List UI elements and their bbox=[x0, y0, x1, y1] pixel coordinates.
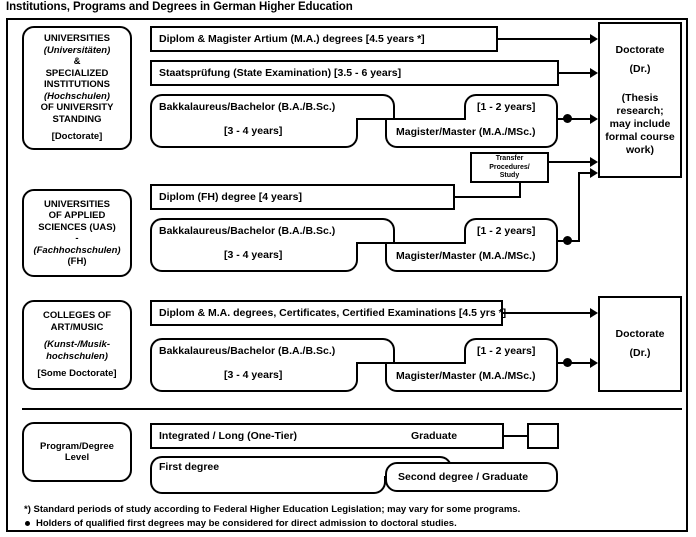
arrow-head bbox=[590, 114, 598, 124]
doctorate-line-2: (Dr.) bbox=[629, 62, 651, 75]
box-bachelor-art-years: [3 - 4 years] bbox=[224, 369, 283, 381]
page-title: Institutions, Programs and Degrees in Ge… bbox=[6, 1, 353, 13]
box-bachelor-art-text: Bakkalaureus/Bachelor (B.A./B.Sc.) bbox=[159, 345, 336, 357]
doctorate-line-1: Doctorate bbox=[615, 328, 665, 340]
label-line: (Universitäten) bbox=[43, 44, 111, 56]
box-transfer-procedures-text: Transfer Procedures/ Study bbox=[470, 155, 549, 181]
footnote-bullet-icon bbox=[25, 521, 30, 526]
label-line: OF APPLIED bbox=[48, 210, 106, 221]
arrow-head bbox=[590, 34, 598, 44]
connector-integrated-to-graduate bbox=[504, 435, 528, 437]
label-line: INSTITUTIONS bbox=[44, 79, 110, 91]
box-second-degree-text: Second degree / Graduate bbox=[398, 471, 529, 483]
box-graduate-terminal bbox=[527, 423, 559, 449]
box-master-fh-text: Magister/Master (M.A./MSc.) bbox=[396, 250, 536, 262]
label-line: OF UNIVERSITY bbox=[40, 102, 114, 114]
box-integrated-long-graduate: Graduate bbox=[411, 430, 458, 442]
label-line: (Fachhochschulen) bbox=[33, 244, 121, 256]
label-line: SCIENCES (UAS) bbox=[38, 221, 116, 233]
doctorate-line-3: (Thesis bbox=[621, 91, 659, 104]
arrow-head bbox=[590, 308, 598, 318]
footnote-asterisk: *) Standard periods of study according t… bbox=[24, 504, 521, 515]
label-line: UNIVERSITIES bbox=[44, 198, 110, 210]
label-line: & bbox=[73, 56, 81, 68]
connector-transfer-to-doctorate bbox=[549, 161, 592, 163]
box-master-uni-text: Magister/Master (M.A./MSc.) bbox=[396, 126, 536, 138]
connector-art-diplom-to-doctorate bbox=[503, 312, 592, 314]
section-label-uas: UNIVERSITIES OF APPLIED SCIENCES (UAS) -… bbox=[22, 189, 132, 277]
transfer-line-1: Transfer bbox=[495, 155, 524, 162]
box-master-uni-step bbox=[385, 118, 466, 120]
connector-staatspruefung-to-doctorate bbox=[559, 72, 592, 74]
doctorate-line-1: Doctorate bbox=[615, 43, 665, 56]
transfer-line-3: Study bbox=[499, 172, 520, 179]
doctorate-line-7: work) bbox=[625, 143, 654, 156]
box-integrated-long-text: Integrated / Long (One-Tier) bbox=[159, 430, 298, 442]
box-diplom-magister-text: Diplom & Magister Artium (M.A.) degrees … bbox=[159, 33, 425, 45]
box-bachelor-uni-years: [3 - 4 years] bbox=[224, 125, 283, 137]
box-master-uni-years: [1 - 2 years] bbox=[477, 101, 536, 113]
footnote-bullet: Holders of qualified first degrees may b… bbox=[36, 518, 457, 529]
transfer-line-2: Procedures/ bbox=[489, 163, 530, 171]
qualified-degree-dot bbox=[563, 114, 572, 123]
box-bachelor-fh-text: Bakkalaureus/Bachelor (B.A./B.Sc.) bbox=[159, 225, 336, 237]
connector-uas-riser bbox=[578, 172, 580, 240]
box-master-fh-step bbox=[385, 242, 466, 244]
box-doctorate-universities-text: Doctorate (Dr.) (Thesis research; may in… bbox=[598, 22, 682, 178]
box-doctorate-art-music-text: Doctorate (Dr.) bbox=[598, 296, 682, 392]
box-diplom-fh-text: Diplom (FH) degree [4 years] bbox=[159, 191, 302, 203]
doctorate-line-6: formal course bbox=[605, 130, 675, 143]
doctorate-line-4: research; bbox=[616, 104, 664, 117]
connector-diplom-to-doctorate bbox=[498, 38, 592, 40]
label-line: COLLEGES OF bbox=[42, 310, 112, 322]
label-line: (Kunst-/Musik- bbox=[44, 339, 110, 351]
label-line: Level bbox=[64, 452, 90, 463]
label-line: - bbox=[75, 233, 79, 244]
box-first-degree-text: First degree bbox=[159, 461, 220, 473]
qualified-degree-dot bbox=[563, 358, 572, 367]
box-master-art-years: [1 - 2 years] bbox=[477, 345, 536, 357]
label-line: UNIVERSITIES bbox=[44, 33, 110, 45]
section-label-universities: UNIVERSITIES (Universitäten) & SPECIALIZ… bbox=[22, 26, 132, 150]
section-label-art-music: COLLEGES OF ART/MUSIC (Kunst-/Musik- hoc… bbox=[22, 300, 132, 390]
label-line: ART/MUSIC bbox=[50, 321, 104, 333]
box-diplom-ma-art-text: Diplom & M.A. degrees, Certificates, Cer… bbox=[159, 307, 507, 319]
label-bracket: [Some Doctorate] bbox=[37, 368, 117, 380]
arrow-head bbox=[590, 157, 598, 167]
doctorate-line-5: may include bbox=[609, 117, 671, 130]
box-first-degree-lower bbox=[150, 476, 386, 494]
label-line: (Hochschulen) bbox=[44, 90, 110, 102]
label-bracket: [Doctorate] bbox=[51, 131, 103, 143]
doctorate-line-2: (Dr.) bbox=[629, 347, 651, 359]
section-divider bbox=[22, 408, 682, 410]
label-line: Program/Degree bbox=[40, 440, 114, 452]
label-line: STANDING bbox=[52, 113, 102, 125]
arrow-head bbox=[590, 358, 598, 368]
connector-diplomfh-right bbox=[455, 196, 521, 198]
box-bachelor-uni-text: Bakkalaureus/Bachelor (B.A./B.Sc.) bbox=[159, 101, 336, 113]
connector-diplomfh-riser bbox=[519, 183, 521, 198]
diagram-page: Institutions, Programs and Degrees in Ge… bbox=[0, 0, 696, 537]
label-line: SPECIALIZED bbox=[45, 67, 109, 79]
arrow-head bbox=[590, 68, 598, 78]
box-master-art-text: Magister/Master (M.A./MSc.) bbox=[396, 370, 536, 382]
label-line: hochschulen) bbox=[46, 350, 108, 362]
box-staatspruefung-text: Staatsprüfung (State Examination) [3.5 -… bbox=[159, 67, 402, 79]
box-master-art-step bbox=[385, 362, 466, 364]
connector-uas-riser-top bbox=[578, 172, 592, 174]
section-label-program-degree-level: Program/Degree Level bbox=[22, 422, 132, 482]
box-master-fh-years: [1 - 2 years] bbox=[477, 225, 536, 237]
qualified-degree-dot bbox=[563, 236, 572, 245]
box-bachelor-fh-years: [3 - 4 years] bbox=[224, 249, 283, 261]
label-line: (FH) bbox=[67, 256, 87, 267]
